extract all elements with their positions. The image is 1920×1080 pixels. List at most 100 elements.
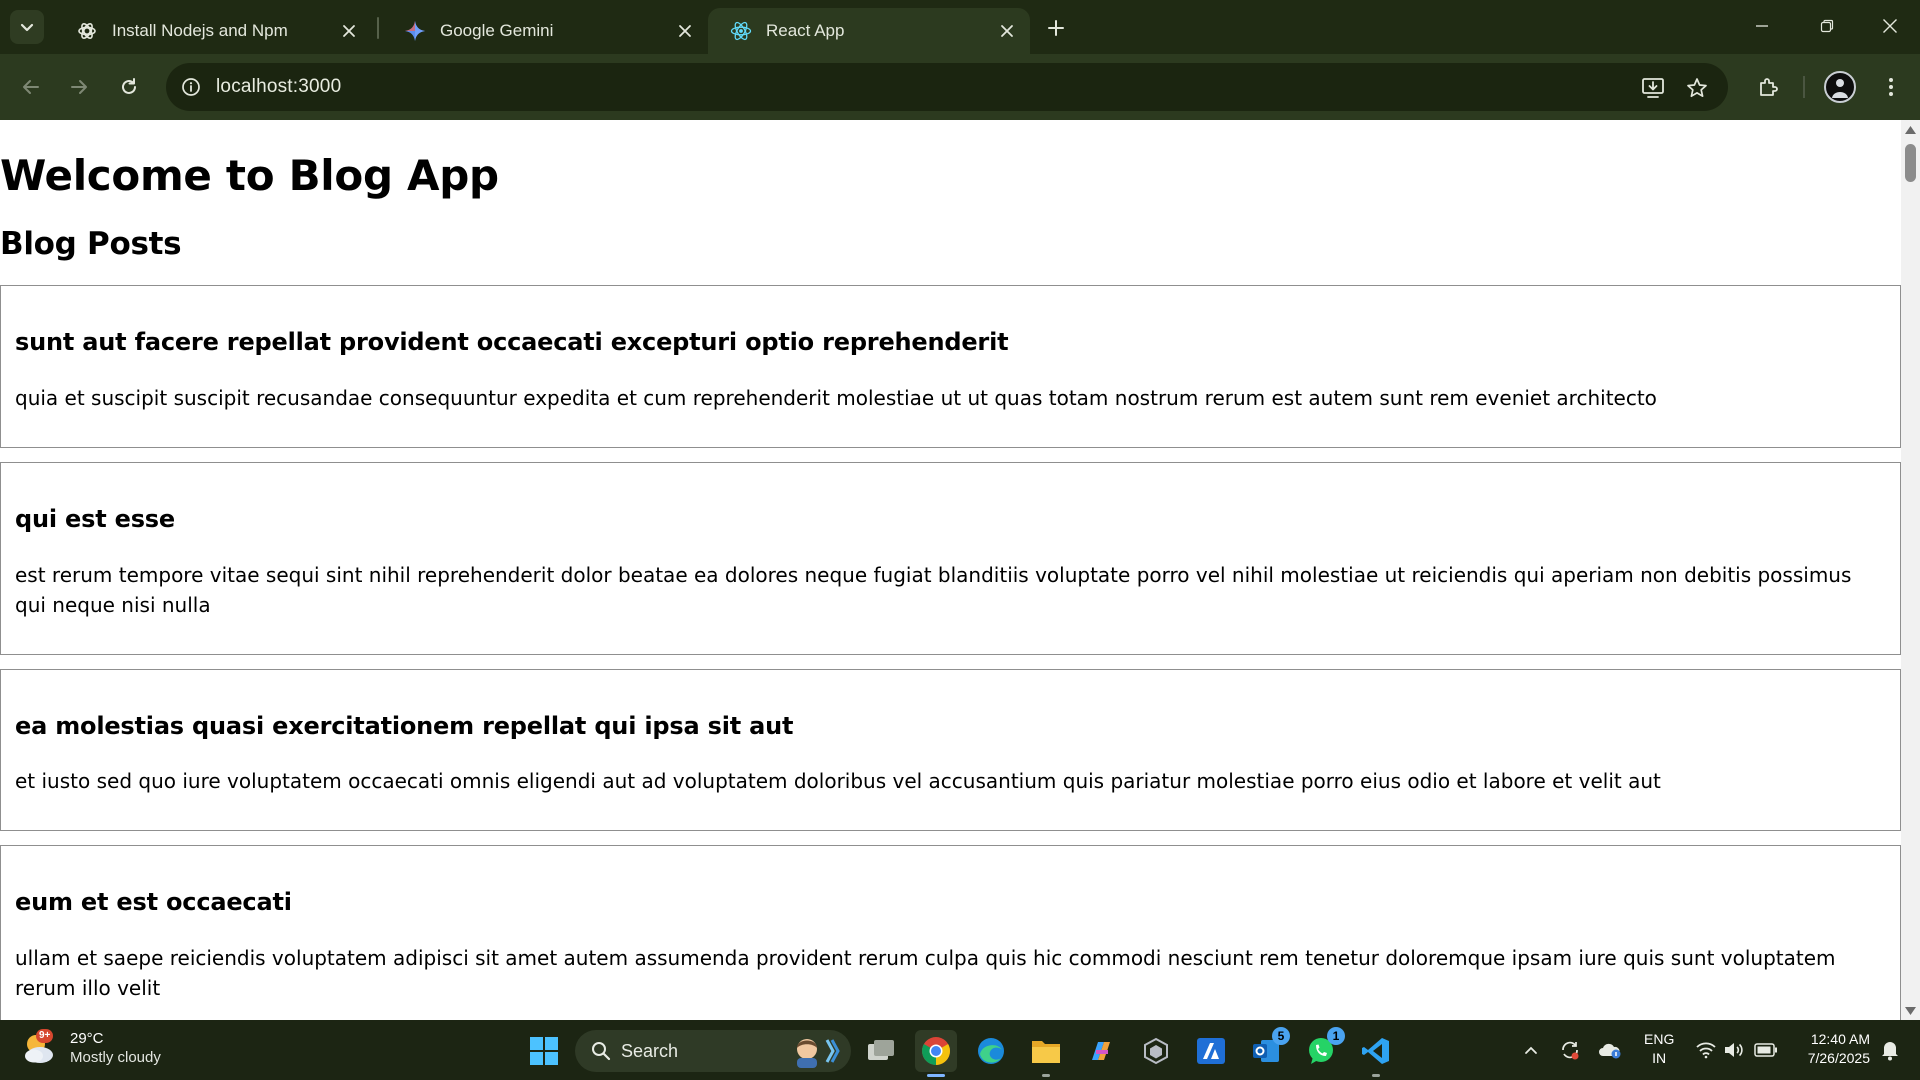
page-scrollbar[interactable]	[1901, 120, 1920, 1020]
post-title: qui est esse	[15, 504, 175, 533]
battery-tray-icon[interactable]	[1752, 1034, 1780, 1066]
search-highlight-icon	[797, 1039, 840, 1068]
plus-icon	[1048, 20, 1064, 36]
post-list: sunt aut facere repellat provident occae…	[0, 285, 1901, 1020]
wifi-tray-icon[interactable]	[1692, 1034, 1720, 1066]
gemini-icon	[404, 20, 426, 42]
close-icon[interactable]	[338, 20, 360, 42]
start-button[interactable]	[523, 1030, 565, 1072]
sync-tray-icon[interactable]	[1556, 1034, 1584, 1066]
running-indicator	[1042, 1074, 1050, 1077]
scroll-thumb[interactable]	[1905, 144, 1916, 182]
tab-google-gemini[interactable]: Google Gemini	[382, 8, 708, 54]
arrow-left-icon	[23, 80, 39, 94]
page-viewport: Welcome to Blog App Blog Posts sunt aut …	[0, 120, 1901, 1020]
menu-button[interactable]	[1872, 68, 1910, 106]
puzzle-icon	[1760, 78, 1778, 96]
weather-condition: Mostly cloudy	[70, 1049, 161, 1066]
speaker-icon	[1725, 1043, 1743, 1057]
restore-button[interactable]	[1805, 8, 1849, 44]
tab-title: Google Gemini	[440, 21, 554, 40]
bell-icon	[1882, 1042, 1898, 1061]
whatsapp-app[interactable]: 1	[1300, 1027, 1345, 1072]
more-vertical-icon	[1889, 78, 1893, 96]
close-icon[interactable]	[996, 20, 1018, 42]
browser-toolbar: localhost:3000	[0, 54, 1920, 120]
minimize-icon	[1756, 25, 1768, 27]
outlook-app[interactable]: 5	[1245, 1027, 1290, 1072]
openai-icon	[76, 20, 98, 42]
show-hidden-icons[interactable]	[1517, 1034, 1545, 1066]
post-body: ullam et saepe reiciendis voluptatem adi…	[15, 946, 1836, 1001]
post-card: qui est esse est rerum tempore vitae seq…	[0, 461, 1901, 655]
task-view-button[interactable]	[860, 1030, 902, 1072]
weather-badge: 9+	[36, 1029, 54, 1043]
tab-title: Install Nodejs and Npm	[112, 21, 288, 40]
install-app-icon[interactable]	[1640, 75, 1666, 101]
language-indicator[interactable]: ENG IN	[1644, 1030, 1674, 1068]
edge-app[interactable]	[970, 1030, 1012, 1072]
forward-button[interactable]	[60, 68, 98, 106]
post-card: sunt aut facere repellat provident occae…	[0, 285, 1901, 448]
avatar-icon	[1832, 79, 1848, 98]
active-indicator	[927, 1074, 945, 1077]
post-title: sunt aut facere repellat provident occae…	[15, 328, 1009, 356]
cloud-icon	[1599, 1043, 1621, 1059]
azure-icon	[1197, 1038, 1225, 1064]
back-button[interactable]	[12, 68, 50, 106]
site-info-icon[interactable]	[178, 74, 204, 100]
minimize-button[interactable]	[1740, 8, 1784, 44]
post-title: ea molestias quasi exercitationem repell…	[15, 711, 794, 740]
new-tab-button[interactable]	[1040, 12, 1072, 44]
vscode-icon	[1362, 1038, 1389, 1064]
close-icon[interactable]	[674, 20, 696, 42]
weather-widget[interactable]: 9+ 29°C Mostly cloudy	[20, 1028, 161, 1068]
close-window-button[interactable]	[1868, 8, 1912, 44]
tab-install-nodejs[interactable]: Install Nodejs and Npm	[54, 8, 372, 54]
taskbar-search[interactable]: Search	[575, 1030, 851, 1072]
chrome-app[interactable]	[915, 1030, 957, 1077]
chevron-down-icon	[20, 23, 34, 32]
reload-button[interactable]	[110, 68, 148, 106]
notification-badge: 1	[1327, 1027, 1345, 1045]
clock[interactable]: 12:40 AM 7/26/2025	[1790, 1030, 1870, 1068]
extensions-button[interactable]	[1749, 68, 1787, 106]
azure-app[interactable]	[1190, 1030, 1232, 1072]
address-bar[interactable]: localhost:3000	[166, 63, 1728, 111]
weather-temperature: 29°C	[70, 1030, 104, 1047]
page-title: Welcome to Blog App	[0, 151, 499, 200]
running-indicator	[1372, 1074, 1380, 1077]
scroll-up-icon[interactable]	[1904, 123, 1917, 136]
folder-icon	[1032, 1041, 1060, 1063]
copilot-app[interactable]	[1080, 1030, 1122, 1072]
react-icon	[730, 20, 752, 42]
task-view-icon	[868, 1040, 894, 1060]
profile-avatar[interactable]	[1824, 71, 1856, 103]
onedrive-tray-icon[interactable]	[1596, 1034, 1624, 1066]
file-explorer-app[interactable]	[1025, 1030, 1067, 1077]
taskbar: 9+ 29°C Mostly cloudy Search 5 1 ENG IN …	[0, 1020, 1920, 1080]
post-title: eum et est occaecati	[15, 888, 292, 917]
wifi-icon	[1696, 1042, 1716, 1059]
section-title: Blog Posts	[0, 226, 182, 262]
tab-react-app[interactable]: React App	[708, 8, 1030, 54]
post-body: quia et suscipit suscipit recusandae con…	[15, 385, 1657, 410]
edge-icon	[978, 1038, 1004, 1064]
post-card: ea molestias quasi exercitationem repell…	[0, 668, 1901, 832]
windows-icon	[530, 1037, 558, 1065]
chevron-up-icon	[1525, 1046, 1537, 1054]
bookmark-star-icon[interactable]	[1684, 75, 1710, 101]
vscode-app[interactable]	[1355, 1030, 1397, 1077]
tab-strip: Install Nodejs and Npm Google Gemini Rea…	[0, 0, 1920, 54]
scroll-down-icon[interactable]	[1904, 1004, 1917, 1017]
search-label: Search	[621, 1040, 679, 1061]
volume-tray-icon[interactable]	[1720, 1034, 1748, 1066]
battery-icon	[1754, 1043, 1777, 1057]
dev-tool-app[interactable]	[1135, 1030, 1177, 1072]
tab-search-button[interactable]	[10, 10, 44, 44]
reload-icon	[122, 78, 136, 94]
cube-icon	[1144, 1037, 1168, 1065]
post-card: eum et est occaecati ullam et saepe reic…	[0, 845, 1901, 1020]
notifications-button[interactable]	[1876, 1034, 1904, 1066]
close-icon	[1883, 19, 1897, 33]
